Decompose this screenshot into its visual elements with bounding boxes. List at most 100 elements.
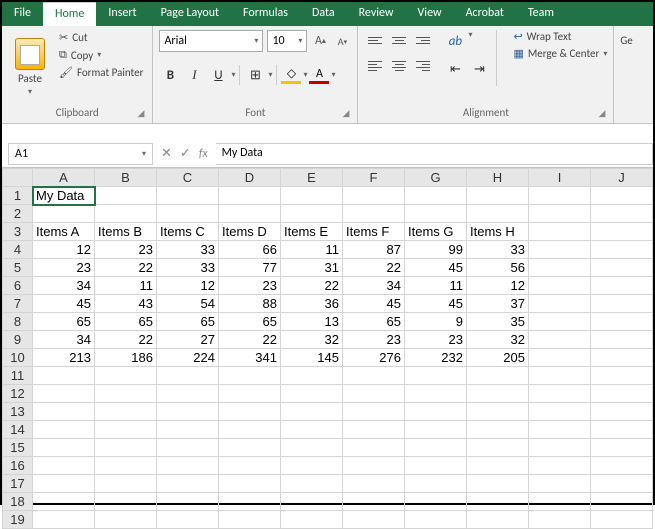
cell[interactable]: [591, 349, 653, 367]
cell[interactable]: 54: [157, 295, 219, 313]
cell[interactable]: [591, 457, 653, 475]
cell[interactable]: 12: [33, 241, 95, 259]
cell[interactable]: [467, 475, 529, 493]
cell[interactable]: Items B: [95, 223, 157, 241]
cell[interactable]: 23: [343, 331, 405, 349]
cell[interactable]: [591, 331, 653, 349]
cell[interactable]: 9: [405, 313, 467, 331]
cell[interactable]: [157, 385, 219, 403]
italic-button[interactable]: I: [183, 64, 205, 86]
cell[interactable]: [219, 421, 281, 439]
cell[interactable]: [405, 421, 467, 439]
cell[interactable]: Items E: [281, 223, 343, 241]
align-right-button[interactable]: [412, 56, 434, 76]
cell[interactable]: [95, 367, 157, 385]
row-header[interactable]: 2: [3, 205, 33, 223]
cell[interactable]: [33, 403, 95, 421]
cell[interactable]: [343, 475, 405, 493]
dialog-launcher-icon[interactable]: ◢: [138, 108, 145, 119]
column-header[interactable]: E: [281, 169, 343, 187]
cell[interactable]: [591, 313, 653, 331]
cell[interactable]: [529, 421, 591, 439]
cell[interactable]: [591, 259, 653, 277]
cell[interactable]: [157, 187, 219, 205]
underline-button[interactable]: U: [207, 64, 229, 86]
cell[interactable]: [467, 439, 529, 457]
cell[interactable]: 186: [95, 349, 157, 367]
cell[interactable]: [467, 457, 529, 475]
increase-indent-button[interactable]: ⇥: [468, 58, 490, 80]
column-header[interactable]: G: [405, 169, 467, 187]
spreadsheet-grid[interactable]: ABCDEFGHIJ1My Data23Items AItems BItems …: [2, 168, 653, 529]
chevron-down-icon[interactable]: ▾: [231, 70, 235, 80]
cell[interactable]: [529, 439, 591, 457]
cell[interactable]: [591, 367, 653, 385]
name-box[interactable]: A1▾: [8, 143, 153, 165]
cell[interactable]: [281, 439, 343, 457]
cell[interactable]: [95, 403, 157, 421]
row-header[interactable]: 7: [3, 295, 33, 313]
row-header[interactable]: 18: [3, 493, 33, 511]
cell[interactable]: [157, 367, 219, 385]
cell[interactable]: [157, 493, 219, 511]
row-header[interactable]: 15: [3, 439, 33, 457]
cell[interactable]: 45: [405, 295, 467, 313]
tab-file[interactable]: File: [2, 2, 43, 26]
cell[interactable]: [529, 457, 591, 475]
tab-insert[interactable]: Insert: [96, 2, 148, 26]
cell[interactable]: [95, 385, 157, 403]
cell[interactable]: 23: [95, 241, 157, 259]
column-header[interactable]: D: [219, 169, 281, 187]
cell[interactable]: [343, 493, 405, 511]
align-top-button[interactable]: [364, 30, 386, 50]
cell[interactable]: [591, 223, 653, 241]
cell[interactable]: [343, 439, 405, 457]
shrink-font-button[interactable]: A▾: [333, 32, 351, 50]
cell[interactable]: [405, 511, 467, 529]
cell[interactable]: 31: [281, 259, 343, 277]
cell[interactable]: 11: [95, 277, 157, 295]
cell[interactable]: 37: [467, 295, 529, 313]
cell[interactable]: 11: [405, 277, 467, 295]
cell[interactable]: 205: [467, 349, 529, 367]
cell[interactable]: [219, 493, 281, 511]
cell[interactable]: [281, 205, 343, 223]
cell[interactable]: 88: [219, 295, 281, 313]
cell[interactable]: [281, 421, 343, 439]
cell[interactable]: [219, 403, 281, 421]
cell[interactable]: 32: [281, 331, 343, 349]
cell[interactable]: Items A: [33, 223, 95, 241]
decrease-indent-button[interactable]: ⇤: [444, 58, 466, 80]
align-center-button[interactable]: [388, 56, 410, 76]
cut-button[interactable]: ✂Cut: [56, 30, 146, 45]
row-header[interactable]: 13: [3, 403, 33, 421]
cell[interactable]: 45: [343, 295, 405, 313]
cell[interactable]: [219, 475, 281, 493]
align-bottom-button[interactable]: [412, 30, 434, 50]
cell[interactable]: 22: [95, 259, 157, 277]
column-header[interactable]: F: [343, 169, 405, 187]
cell[interactable]: 65: [95, 313, 157, 331]
row-header[interactable]: 17: [3, 475, 33, 493]
cell[interactable]: [529, 331, 591, 349]
dialog-launcher-icon[interactable]: ◢: [343, 108, 350, 119]
cell[interactable]: 66: [219, 241, 281, 259]
cell[interactable]: 45: [33, 295, 95, 313]
cell[interactable]: [95, 439, 157, 457]
chevron-down-icon[interactable]: ▾: [303, 70, 307, 80]
cell[interactable]: [281, 187, 343, 205]
cell[interactable]: [95, 421, 157, 439]
row-header[interactable]: 10: [3, 349, 33, 367]
font-name-select[interactable]: Arial▾: [159, 30, 263, 52]
format-painter-button[interactable]: 🖌Format Painter: [56, 65, 146, 80]
cell[interactable]: [405, 475, 467, 493]
cell[interactable]: [467, 187, 529, 205]
orientation-button[interactable]: ab: [444, 30, 466, 52]
cell[interactable]: 36: [281, 295, 343, 313]
cell[interactable]: [529, 223, 591, 241]
cell[interactable]: 33: [157, 241, 219, 259]
cell[interactable]: [219, 385, 281, 403]
cell[interactable]: 32: [467, 331, 529, 349]
cell[interactable]: [467, 367, 529, 385]
chevron-down-icon[interactable]: ▾: [268, 70, 272, 80]
